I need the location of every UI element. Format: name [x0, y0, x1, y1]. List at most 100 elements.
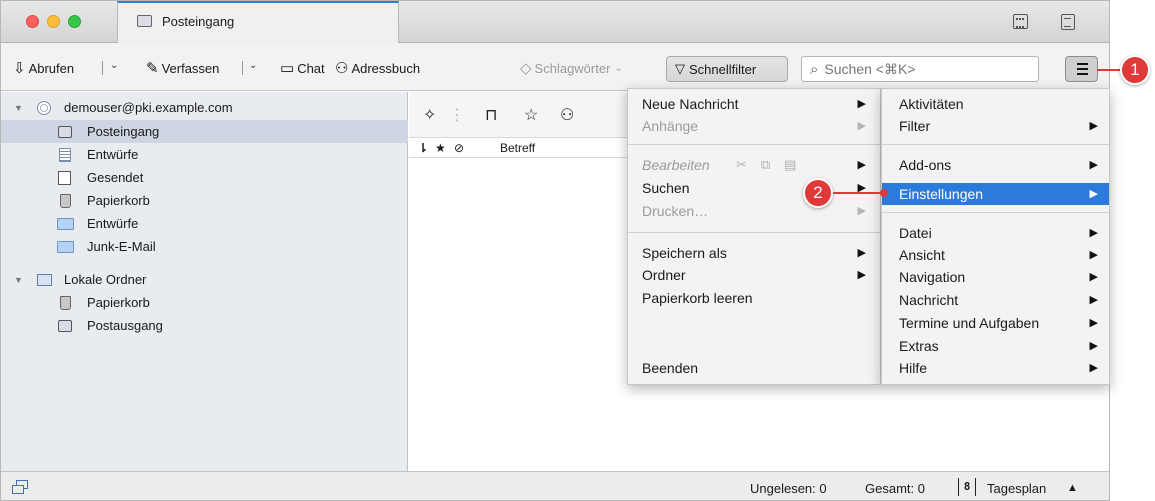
hamburger-icon [1077, 63, 1088, 65]
folder-label: Papierkorb [87, 193, 150, 208]
get-messages-label: Abrufen [28, 60, 75, 76]
folder-label: Papierkorb [87, 295, 150, 310]
get-messages-button[interactable]: ⇩ Abrufen [13, 58, 74, 78]
menu-item-label: Neue Nachricht [642, 96, 739, 112]
menu-separator [628, 144, 880, 145]
bar-divider: ⋮ [449, 107, 465, 124]
folder-item[interactable]: Junk-E-Mail [1, 235, 408, 258]
folder-item[interactable]: Papierkorb [1, 189, 408, 212]
menu-item-events-tasks[interactable]: Termine und Aufgaben ▶ [882, 312, 1109, 334]
folder-label: Entwürfe [87, 147, 139, 162]
search-input[interactable]: ⌕ Suchen <⌘K> [801, 56, 1039, 82]
tab-inbox[interactable]: Posteingang [117, 1, 399, 43]
tag-icon: ◇ [520, 60, 532, 77]
menu-item-save-as[interactable]: Speichern als ▶ [628, 242, 880, 264]
menu-item-empty-trash[interactable]: Papierkorb leeren [628, 287, 880, 309]
menu-item-label: Termine und Aufgaben [899, 315, 1040, 331]
quick-filter-button[interactable]: ▽ Schnellfilter [666, 56, 788, 82]
app-menu-button[interactable] [1065, 56, 1098, 82]
star-icon[interactable]: ☆ [524, 105, 538, 125]
menu-separator [628, 232, 880, 233]
funnel-icon: ▽ [675, 61, 685, 76]
menu-item-label: Extras [899, 338, 939, 354]
folder-item[interactable]: Entwürfe [1, 212, 408, 235]
menu-item-label: Ordner [642, 267, 686, 283]
app-menu-right: Aktivitäten Filter ▶ Add-ons ▶ Einstellu… [881, 88, 1110, 385]
callout-one-pointer [1097, 69, 1122, 71]
menu-item-help[interactable]: Hilfe ▶ [882, 357, 1109, 379]
menu-item-label: Speichern als [642, 245, 727, 261]
menu-item-label: Bearbeiten [642, 157, 710, 173]
menu-item-quit[interactable]: Beenden [628, 357, 880, 379]
menu-item-activities[interactable]: Aktivitäten [882, 93, 1109, 115]
chat-bubble-icon: ▭ [280, 60, 295, 77]
zoom-window-button[interactable] [68, 15, 81, 28]
menu-item-label: Datei [899, 225, 932, 241]
submenu-arrow-icon: ▶ [1089, 227, 1098, 239]
submenu-arrow-icon: ▶ [857, 98, 866, 110]
folder-item[interactable]: Papierkorb [1, 291, 408, 314]
compose-dropdown-icon[interactable]: ⌄ [249, 60, 257, 71]
day-plan-label[interactable]: Tagesplan [987, 481, 1046, 496]
bookmark-icon[interactable]: ⊓ [485, 105, 497, 125]
folder-label: Entwürfe [87, 216, 139, 231]
folder-label: Postausgang [87, 318, 163, 333]
subject-column-header[interactable]: Betreff [500, 141, 535, 155]
submenu-arrow-icon: ▶ [1089, 249, 1098, 261]
submenu-arrow-icon: ▶ [1089, 294, 1098, 306]
pin-icon[interactable]: ✧ [423, 105, 436, 125]
folder-label: Junk-E-Mail [87, 239, 156, 254]
folder-item[interactable]: Posteingang [1, 120, 408, 143]
menu-item-addons[interactable]: Add-ons ▶ [882, 154, 1109, 176]
minimize-window-button[interactable] [47, 15, 60, 28]
folder-label: Posteingang [87, 124, 160, 139]
main-toolbar: ⇩ Abrufen ⌄ ✎ Verfassen ⌄ ▭ Chat ⚇ Adres… [1, 43, 1109, 91]
toolbar-divider [242, 61, 243, 75]
download-icon: ⇩ [13, 60, 26, 77]
expand-twisty-icon[interactable]: ▼ [14, 275, 23, 285]
submenu-arrow-icon: ▶ [857, 247, 866, 259]
calendar-icon[interactable] [1013, 14, 1028, 29]
address-book-label: Adressbuch [351, 60, 421, 76]
toolbar-divider [102, 61, 103, 75]
menu-item-label: Beenden [642, 360, 699, 376]
submenu-arrow-icon: ▶ [1089, 362, 1098, 374]
menu-item-settings[interactable]: Einstellungen ▶ [882, 183, 1109, 205]
menu-item-message[interactable]: Nachricht ▶ [882, 289, 1109, 311]
menu-item-edit[interactable]: Bearbeiten ✂⧉▤ ▶ [628, 154, 880, 176]
menu-item-extras[interactable]: Extras ▶ [882, 335, 1109, 357]
folder-item[interactable]: Gesendet [1, 166, 408, 189]
network-icon[interactable] [12, 480, 28, 494]
app-menu-left: Neue Nachricht ▶ Anhänge ▶ Bearbeiten ✂⧉… [627, 88, 881, 385]
menu-item-label: Einstellungen [899, 186, 984, 202]
menu-item-navigation[interactable]: Navigation ▶ [882, 266, 1109, 288]
menu-item-filter[interactable]: Filter ▶ [882, 115, 1109, 137]
sent-icon [58, 170, 71, 185]
thread-column-icon[interactable]: ⇂ [418, 141, 428, 155]
tags-button[interactable]: ◇ Schlagwörter ⌄ [520, 58, 623, 78]
folder-item[interactable]: Postausgang [1, 314, 408, 337]
menu-item-file[interactable]: Datei ▶ [882, 222, 1109, 244]
get-messages-dropdown-icon[interactable]: ⌄ [110, 60, 118, 71]
local-folders-row[interactable]: ▼ Lokale Ordner [1, 268, 408, 291]
contacts-icon: ⚇ [335, 60, 349, 77]
menu-item-folder[interactable]: Ordner ▶ [628, 264, 880, 286]
inbox-icon [58, 125, 72, 138]
contact-icon[interactable]: ⚇ [560, 105, 574, 125]
star-column-icon[interactable]: ★ [435, 141, 446, 155]
chat-button[interactable]: ▭ Chat [280, 58, 325, 78]
account-row[interactable]: ▼ demouser@pki.example.com [1, 96, 408, 119]
expand-twisty-icon[interactable]: ▼ [14, 103, 23, 113]
menu-item-view[interactable]: Ansicht ▶ [882, 244, 1109, 266]
compose-button[interactable]: ✎ Verfassen [146, 58, 219, 78]
menu-item-attachments[interactable]: Anhänge ▶ [628, 115, 880, 137]
close-window-button[interactable] [26, 15, 39, 28]
attachment-column-icon[interactable]: ⊘ [454, 141, 464, 155]
chevron-up-icon[interactable]: ▲ [1067, 482, 1078, 494]
address-book-button[interactable]: ⚇ Adressbuch [335, 58, 420, 78]
folder-item[interactable]: Entwürfe [1, 143, 408, 166]
menu-item-print[interactable]: Drucken… ▶ [628, 200, 880, 222]
menu-item-new-message[interactable]: Neue Nachricht ▶ [628, 93, 880, 115]
tasks-icon[interactable] [1061, 14, 1075, 30]
menu-item-search[interactable]: Suchen ▶ [628, 177, 880, 199]
